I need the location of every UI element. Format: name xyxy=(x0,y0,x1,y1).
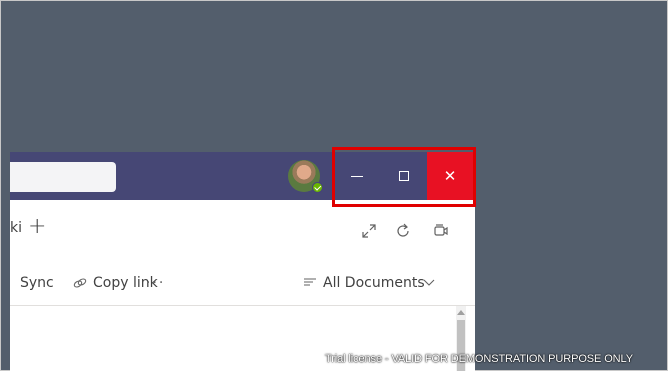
view-list-icon xyxy=(303,275,317,293)
sync-button[interactable]: Sync xyxy=(20,275,54,291)
expand-icon[interactable] xyxy=(360,222,378,240)
chevron-down-icon[interactable] xyxy=(423,277,435,291)
meet-now-icon[interactable] xyxy=(432,222,450,240)
refresh-icon[interactable] xyxy=(394,222,412,240)
search-input[interactable] xyxy=(10,162,116,192)
tab-wiki[interactable]: ki xyxy=(10,220,22,236)
scroll-up-icon[interactable] xyxy=(457,310,465,315)
trial-license-watermark: Trial license - VALID FOR DEMONSTRATION … xyxy=(325,353,633,365)
window-controls-highlight xyxy=(332,147,476,207)
tab-bar: ki + xyxy=(10,200,475,263)
more-options-button[interactable]: ··· xyxy=(146,275,165,291)
presence-available-icon xyxy=(312,182,323,193)
command-bar: Sync Copy link ··· All Documents xyxy=(10,262,475,306)
link-icon xyxy=(72,275,88,295)
view-selector[interactable]: All Documents xyxy=(323,275,425,291)
add-tab-button[interactable]: + xyxy=(28,214,46,239)
